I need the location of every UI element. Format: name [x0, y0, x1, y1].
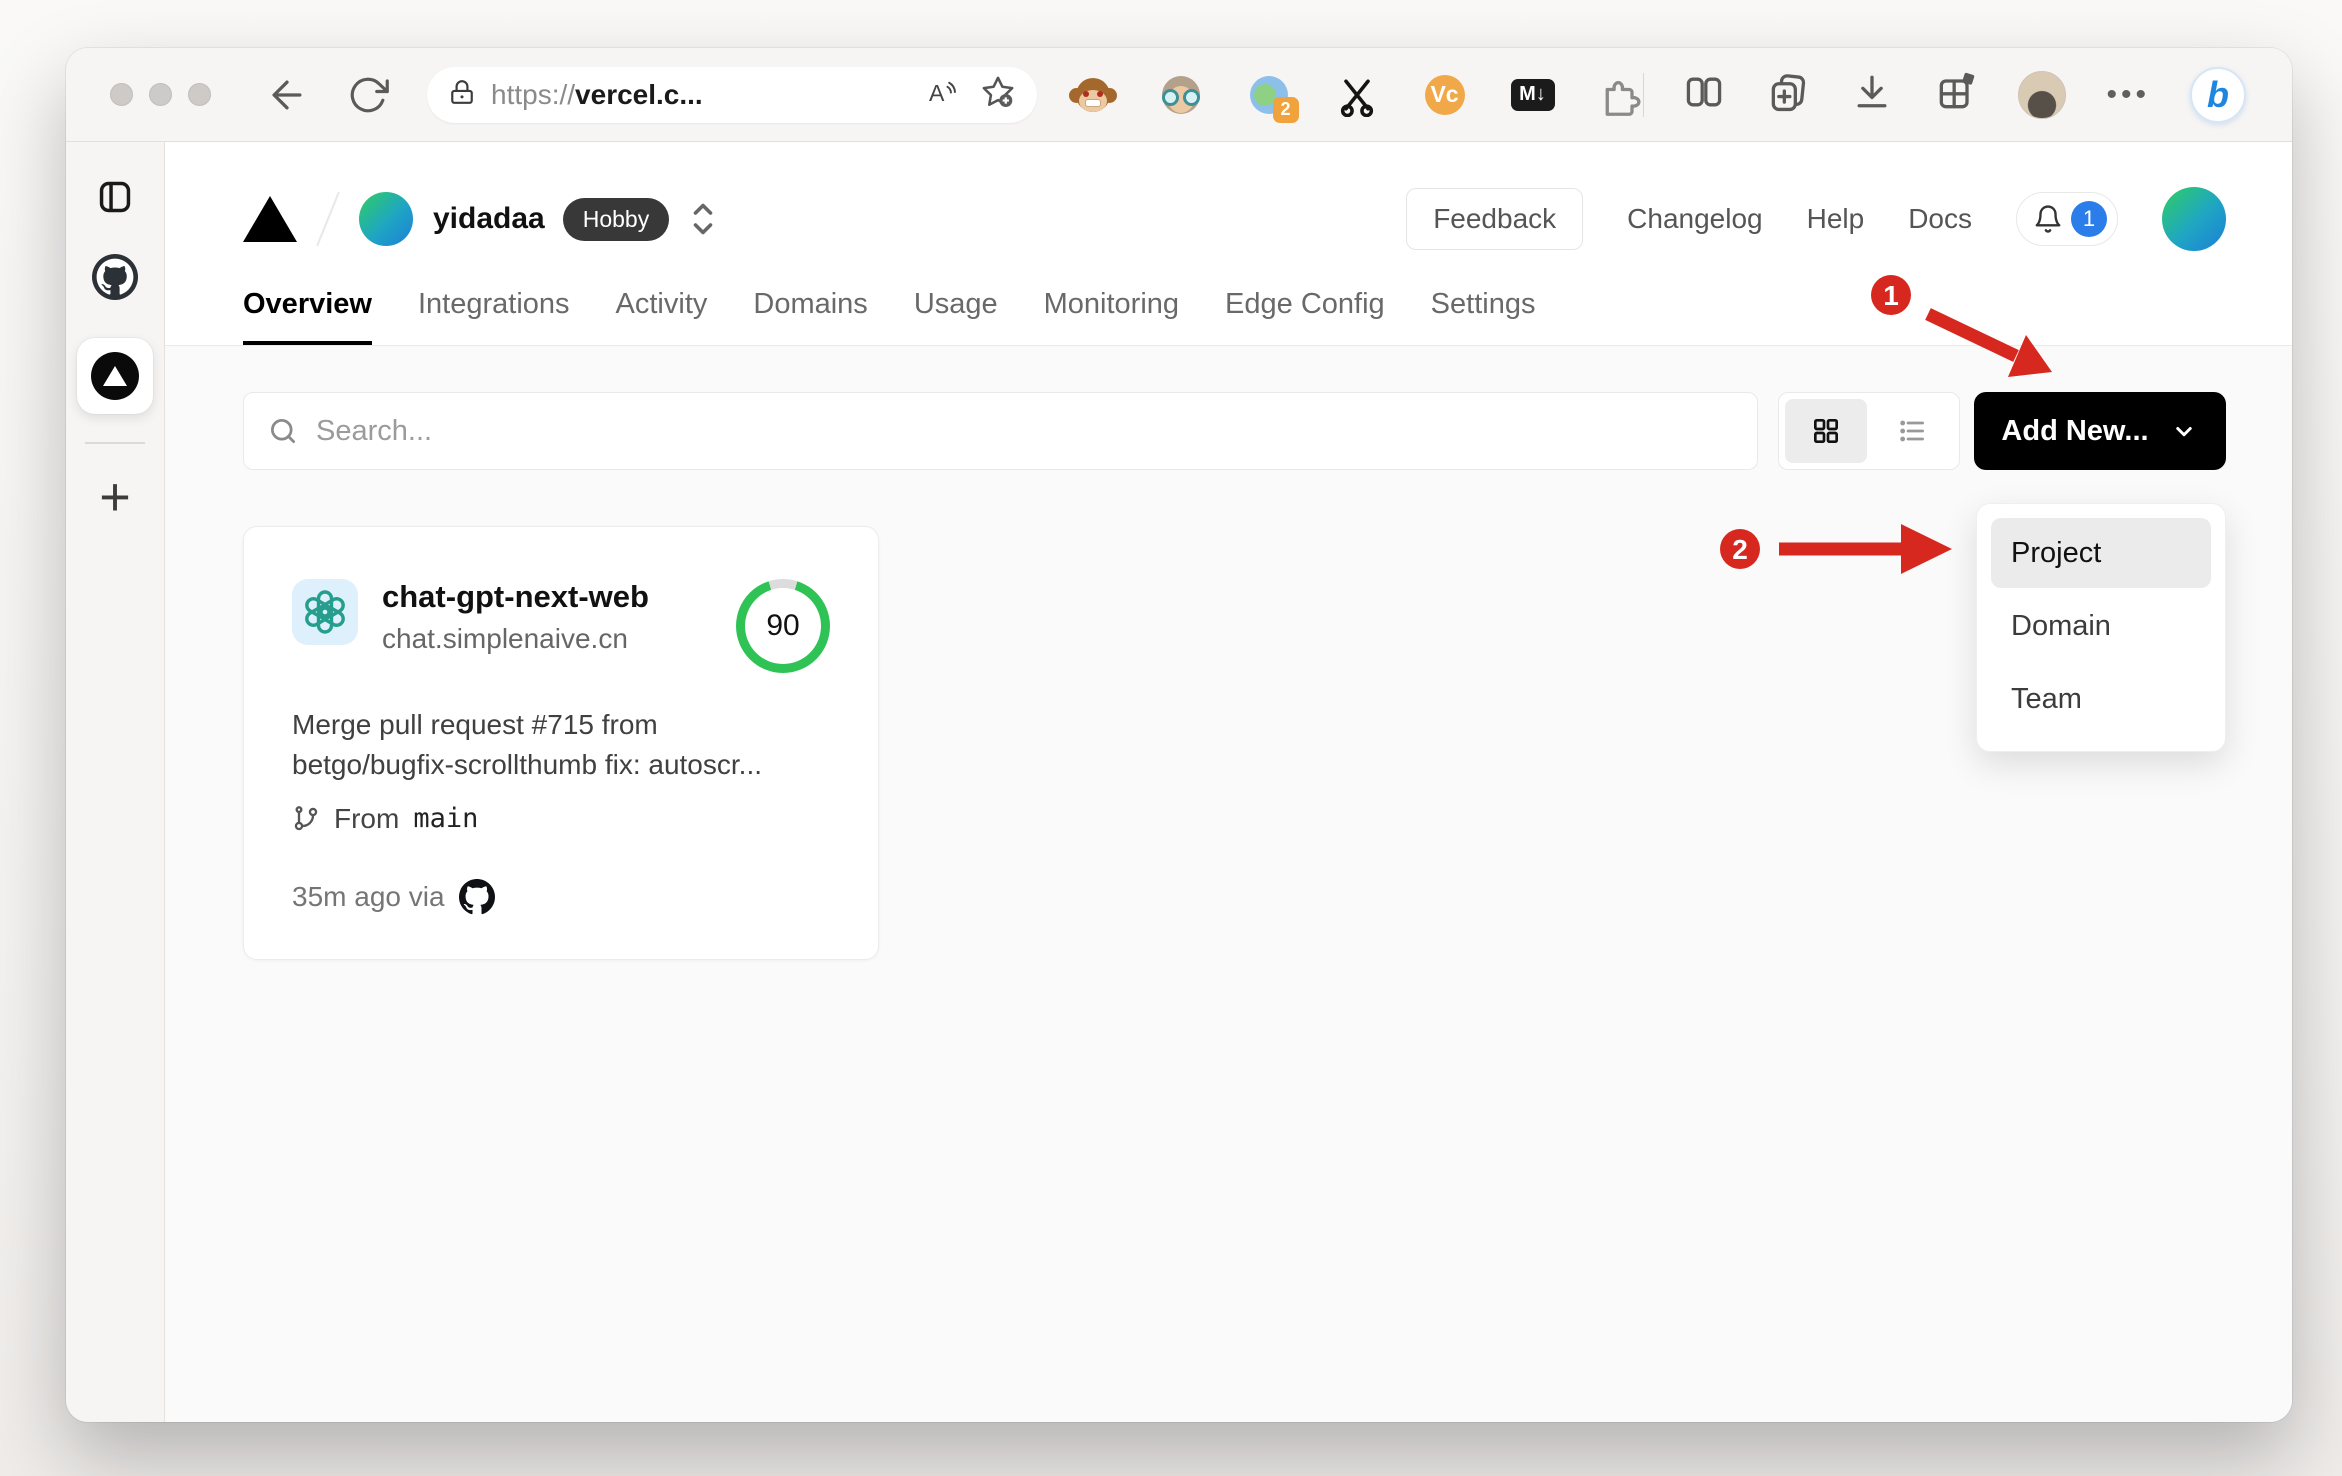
- tampermonkey-extension-icon[interactable]: [1068, 73, 1117, 117]
- browser-toolbar: https://vercel.c... A 2 Vc M↓ ••• b: [66, 48, 2292, 142]
- browser-action-icons: ••• b: [1652, 66, 2246, 123]
- dashboard-content: Add New... Project Domain Team: [165, 346, 2292, 1422]
- project-openai-icon: [292, 579, 358, 645]
- project-name[interactable]: chat-gpt-next-web: [382, 579, 649, 615]
- notifications-button[interactable]: 1: [2016, 192, 2118, 246]
- tab-actions-icon[interactable]: [96, 178, 134, 216]
- tab-overview[interactable]: Overview: [243, 288, 372, 345]
- scissors-extension-icon[interactable]: [1335, 73, 1379, 117]
- more-menu-icon[interactable]: •••: [2106, 78, 2150, 112]
- vertical-tab-strip: +: [66, 142, 165, 1422]
- chevron-down-icon: [2175, 427, 2192, 437]
- github-tab-favicon[interactable]: [92, 254, 138, 300]
- add-new-button[interactable]: Add New...: [1974, 392, 2226, 470]
- list-view-icon: [1900, 420, 1924, 442]
- project-domain[interactable]: chat.simplenaive.cn: [382, 623, 649, 655]
- branch-name[interactable]: main: [413, 803, 478, 834]
- feedback-button[interactable]: Feedback: [1406, 188, 1584, 250]
- dropdown-item-team[interactable]: Team: [1991, 664, 2211, 734]
- svg-text:A: A: [929, 80, 945, 106]
- grid-view-button[interactable]: [1785, 399, 1867, 463]
- browser-profile-avatar[interactable]: [2018, 70, 2067, 119]
- extension-icons: 2 Vc M↓: [1068, 73, 1643, 123]
- project-card[interactable]: chat-gpt-next-web chat.simplenaive.cn 90…: [243, 526, 879, 960]
- vercel-logo[interactable]: [243, 196, 297, 242]
- vercel-favicon: [91, 352, 139, 400]
- vercel-page: yidadaa Hobby Feedback Changelog Help Do…: [165, 142, 2292, 1422]
- help-link[interactable]: Help: [1807, 203, 1865, 235]
- tab-edge-config[interactable]: Edge Config: [1225, 288, 1385, 345]
- lock-icon: [449, 79, 475, 110]
- docs-link[interactable]: Docs: [1908, 203, 1972, 235]
- view-toggle: [1778, 392, 1960, 470]
- tab-usage[interactable]: Usage: [914, 288, 998, 345]
- search-input[interactable]: [316, 414, 1733, 448]
- translate-badge: 2: [1272, 96, 1299, 123]
- branch-from-label: From: [334, 802, 400, 834]
- vercel-header: yidadaa Hobby Feedback Changelog Help Do…: [165, 142, 2292, 346]
- plan-badge: Hobby: [562, 197, 670, 241]
- back-icon[interactable]: [265, 73, 309, 117]
- add-new-dropdown: Project Domain Team: [1976, 503, 2226, 752]
- url-text: https://vercel.c...: [491, 78, 703, 110]
- dropdown-item-domain[interactable]: Domain: [1991, 591, 2211, 661]
- dropdown-item-project[interactable]: Project: [1991, 518, 2211, 588]
- tabstrip-divider: [85, 442, 145, 444]
- markdown-download-extension-icon[interactable]: M↓: [1510, 73, 1555, 117]
- git-branch-icon: [294, 805, 318, 830]
- tab-settings[interactable]: Settings: [1431, 288, 1536, 345]
- vc-extension-icon[interactable]: Vc: [1423, 73, 1467, 117]
- download-icon[interactable]: [1850, 70, 1894, 119]
- extensions-puzzle-icon[interactable]: [1599, 73, 1643, 117]
- notification-count-badge: 1: [2071, 201, 2107, 237]
- bing-chat-icon[interactable]: b: [2190, 66, 2246, 123]
- collections-icon[interactable]: [1766, 70, 1810, 119]
- refresh-icon[interactable]: [347, 74, 389, 116]
- github-icon: [458, 878, 495, 914]
- tab-integrations[interactable]: Integrations: [418, 288, 570, 345]
- score-ring[interactable]: 90: [736, 579, 830, 673]
- translate-extension-icon[interactable]: 2: [1247, 73, 1299, 123]
- changelog-link[interactable]: Changelog: [1627, 203, 1762, 235]
- team-avatar[interactable]: [359, 192, 413, 246]
- tab-monitoring[interactable]: Monitoring: [1044, 288, 1179, 345]
- dashboard-nav: Overview Integrations Activity Domains U…: [243, 288, 2226, 345]
- split-screen-icon[interactable]: [1682, 70, 1726, 119]
- bell-icon: [2035, 205, 2061, 233]
- team-name[interactable]: yidadaa: [433, 202, 545, 236]
- browser-window: https://vercel.c... A 2 Vc M↓ ••• b + yi…: [66, 48, 2292, 1422]
- window-controls: [110, 83, 211, 106]
- browser-essentials-icon[interactable]: [1934, 70, 1978, 119]
- toolbar-divider: [1642, 72, 1645, 117]
- project-search: [243, 392, 1758, 470]
- search-icon: [271, 419, 295, 443]
- minimize-window-button[interactable]: [149, 83, 172, 106]
- address-bar[interactable]: https://vercel.c... A: [427, 66, 1037, 123]
- commit-message: Merge pull request #715 from betgo/bugfi…: [292, 709, 762, 780]
- favorite-star-icon[interactable]: [981, 75, 1015, 114]
- list-view-button[interactable]: [1871, 399, 1953, 463]
- score-value: 90: [745, 588, 821, 664]
- close-window-button[interactable]: [110, 83, 133, 106]
- grid-view-icon: [1814, 419, 1838, 443]
- user-avatar[interactable]: [2162, 187, 2226, 251]
- new-tab-button[interactable]: +: [99, 470, 131, 524]
- tab-activity[interactable]: Activity: [616, 288, 708, 345]
- team-switcher-icon[interactable]: [685, 197, 721, 241]
- breadcrumb-slash: [316, 191, 340, 247]
- vercel-tab-active[interactable]: [77, 338, 153, 414]
- maximize-window-button[interactable]: [188, 83, 211, 106]
- tab-domains[interactable]: Domains: [753, 288, 867, 345]
- read-aloud-icon[interactable]: A: [927, 77, 961, 112]
- granny-extension-icon[interactable]: [1159, 73, 1203, 117]
- deploy-meta: 35m ago via: [292, 880, 445, 912]
